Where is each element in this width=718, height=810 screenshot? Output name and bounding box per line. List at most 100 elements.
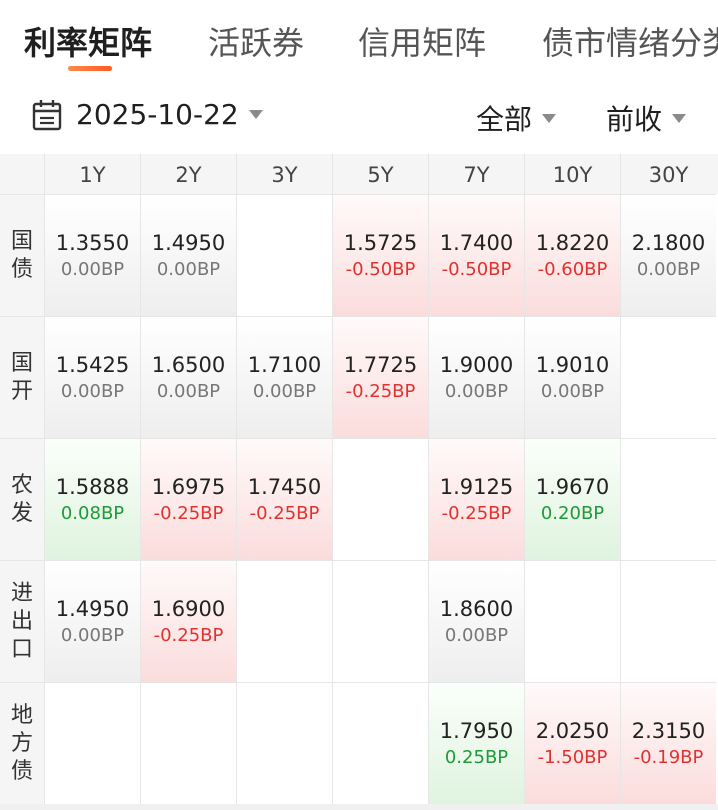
yield-change: 0.00BP (636, 258, 701, 280)
yield-value: 2.3150 (631, 718, 706, 743)
row-label-char: 开 (10, 378, 33, 404)
yield-value: 1.5888 (55, 474, 130, 499)
yield-change: -0.50BP (441, 258, 512, 280)
rate-cell[interactable]: 1.3550 0.00BP (44, 194, 140, 316)
column-header: 3Y (236, 154, 332, 194)
calendar-icon (32, 99, 62, 130)
rate-cell[interactable]: 1.4950 0.00BP (140, 194, 236, 316)
header-corner (0, 154, 44, 194)
rate-cell[interactable]: 1.9125 -0.25BP (428, 438, 524, 560)
yield-value: 1.7450 (247, 474, 322, 499)
yield-change: -0.60BP (537, 258, 608, 280)
column-header: 10Y (524, 154, 620, 194)
rate-cell[interactable]: 1.7400 -0.50BP (428, 194, 524, 316)
row-label: 地方债 (0, 682, 44, 804)
yield-change: 0.00BP (540, 380, 605, 402)
column-header: 5Y (332, 154, 428, 194)
yield-value: 1.9670 (535, 474, 610, 499)
empty-cell (140, 682, 236, 804)
rate-cell[interactable]: 1.5888 0.08BP (44, 438, 140, 560)
yield-value: 1.6975 (151, 474, 226, 499)
yield-change: 0.00BP (60, 624, 125, 646)
yield-value: 1.4950 (55, 596, 130, 621)
filter-bar: 2025-10-22 全部 前收 (0, 82, 718, 154)
yield-change: 0.20BP (540, 502, 605, 524)
rate-cell[interactable]: 1.9000 0.00BP (428, 316, 524, 438)
yield-change: 0.00BP (444, 380, 509, 402)
tab-credit-matrix[interactable]: 信用矩阵 (358, 18, 486, 64)
empty-cell (236, 194, 332, 316)
yield-change: 0.00BP (60, 380, 125, 402)
yield-change: -0.50BP (345, 258, 416, 280)
yield-change: -0.25BP (153, 502, 224, 524)
empty-cell (620, 438, 716, 560)
caret-down-icon (248, 110, 263, 119)
row-label: 国开 (0, 316, 44, 438)
tab-bar: 利率矩阵 活跃券 信用矩阵 债市情绪分类 (0, 0, 718, 82)
rate-cell[interactable]: 1.9670 0.20BP (524, 438, 620, 560)
yield-value: 1.7400 (439, 230, 514, 255)
yield-value: 2.0250 (535, 718, 610, 743)
row-label-char: 发 (10, 500, 33, 526)
rate-cell[interactable]: 1.7100 0.00BP (236, 316, 332, 438)
compare-value: 前收 (606, 103, 663, 136)
row-label-char: 债 (10, 758, 33, 784)
rate-cell[interactable]: 1.7950 0.25BP (428, 682, 524, 804)
yield-value: 1.6900 (151, 596, 226, 621)
row-label-char: 农 (10, 472, 33, 498)
row-label-char: 地 (10, 702, 33, 728)
rate-cell[interactable]: 2.1800 0.00BP (620, 194, 716, 316)
yield-change: -0.19BP (633, 746, 704, 768)
row-label-char: 出 (10, 608, 33, 634)
yield-value: 1.7950 (439, 718, 514, 743)
caret-down-icon (672, 113, 687, 123)
rate-cell[interactable]: 1.9010 0.00BP (524, 316, 620, 438)
rate-cell[interactable]: 1.4950 0.00BP (44, 560, 140, 682)
yield-change: 0.00BP (156, 380, 221, 402)
rate-cell[interactable]: 1.8600 0.00BP (428, 560, 524, 682)
yield-value: 1.7725 (343, 352, 418, 377)
column-header: 30Y (620, 154, 716, 194)
caret-down-icon (542, 113, 557, 123)
yield-change: 0.00BP (60, 258, 125, 280)
yield-change: -1.50BP (537, 746, 608, 768)
row-label-char: 方 (10, 730, 33, 756)
yield-value: 1.9000 (439, 352, 514, 377)
empty-cell (620, 560, 716, 682)
scope-dropdown[interactable]: 全部 (476, 98, 557, 138)
yield-value: 1.5725 (343, 230, 418, 255)
yield-value: 1.9125 (439, 474, 514, 499)
grid-bottom-divider (0, 804, 718, 810)
rate-cell[interactable]: 1.7450 -0.25BP (236, 438, 332, 560)
tab-active-bonds[interactable]: 活跃券 (208, 18, 304, 64)
rate-cell[interactable]: 2.3150 -0.19BP (620, 682, 716, 804)
yield-value: 1.5425 (55, 352, 130, 377)
rate-cell[interactable]: 2.0250 -1.50BP (524, 682, 620, 804)
yield-change: 0.00BP (252, 380, 317, 402)
rate-cell[interactable]: 1.6975 -0.25BP (140, 438, 236, 560)
empty-cell (332, 560, 428, 682)
yield-value: 1.8600 (439, 596, 514, 621)
date-picker[interactable]: 2025-10-22 (32, 98, 263, 131)
row-label-char: 国 (10, 228, 33, 254)
rate-cell[interactable]: 1.5725 -0.50BP (332, 194, 428, 316)
yield-change: 0.00BP (444, 624, 509, 646)
yield-value: 1.4950 (151, 230, 226, 255)
rate-cell[interactable]: 1.5425 0.00BP (44, 316, 140, 438)
empty-cell (620, 316, 716, 438)
row-label-char: 口 (10, 636, 33, 662)
rate-cell[interactable]: 1.6900 -0.25BP (140, 560, 236, 682)
empty-cell (236, 560, 332, 682)
row-label-char: 进 (10, 580, 33, 606)
yield-value: 1.3550 (55, 230, 130, 255)
yield-change: -0.25BP (345, 380, 416, 402)
rate-cell[interactable]: 1.7725 -0.25BP (332, 316, 428, 438)
row-label: 国债 (0, 194, 44, 316)
rate-cell[interactable]: 1.6500 0.00BP (140, 316, 236, 438)
tab-bond-sentiment[interactable]: 债市情绪分类 (542, 18, 718, 64)
tab-rate-matrix[interactable]: 利率矩阵 (24, 18, 152, 64)
rate-cell[interactable]: 1.8220 -0.60BP (524, 194, 620, 316)
yield-value: 1.6500 (151, 352, 226, 377)
yield-change: 0.08BP (60, 502, 125, 524)
compare-dropdown[interactable]: 前收 (606, 98, 687, 138)
